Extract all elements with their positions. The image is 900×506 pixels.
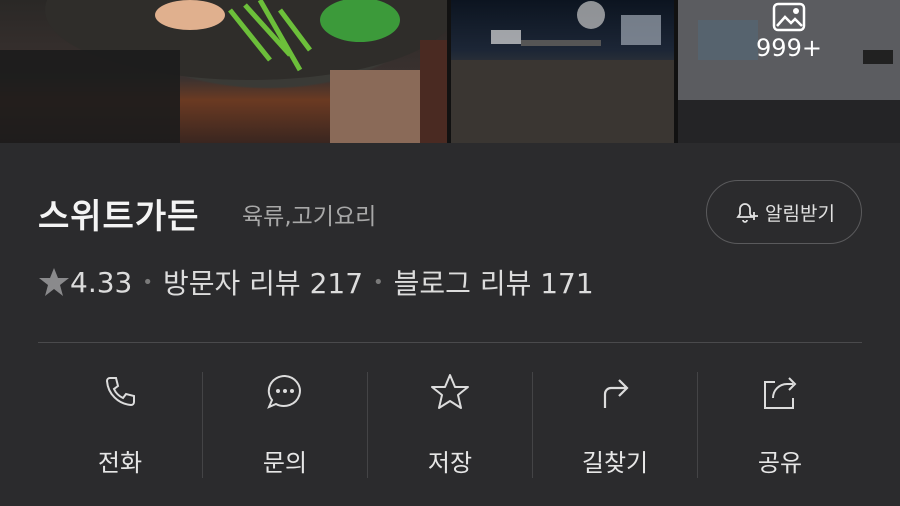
place-name: 스위트가든 — [38, 197, 200, 237]
title-row: 스위트가든 육류,고기요리 알림받기 — [38, 143, 862, 267]
call-button[interactable]: 전화 — [38, 372, 203, 478]
action-label: 길찾기 — [581, 449, 649, 477]
directions-icon — [595, 372, 635, 412]
action-bar: 전화 문의 저장 길찾기 공유 — [38, 372, 862, 478]
share-button[interactable]: 공유 — [698, 372, 862, 478]
notify-button[interactable]: 알림받기 — [706, 180, 862, 244]
photo-more[interactable]: 999+ — [678, 0, 900, 143]
photo-strip: 999+ — [0, 0, 900, 143]
photo-night-exterior[interactable] — [451, 0, 674, 143]
place-category: 육류,고기요리 — [242, 204, 377, 230]
notify-label: 알림받기 — [765, 203, 835, 225]
inquiry-button[interactable]: 문의 — [203, 372, 368, 478]
star-icon — [430, 372, 470, 412]
chat-icon — [265, 372, 305, 412]
action-label: 전화 — [97, 449, 143, 477]
food-photo-art — [0, 0, 447, 143]
phone-icon — [100, 372, 140, 412]
photo-food[interactable] — [0, 0, 447, 143]
separator-dot: • — [373, 271, 384, 293]
share-icon — [759, 372, 801, 412]
save-button[interactable]: 저장 — [368, 372, 533, 478]
action-label: 저장 — [427, 449, 473, 477]
visitor-reviews[interactable]: 방문자 리뷰 217 — [163, 262, 363, 302]
directions-button[interactable]: 길찾기 — [533, 372, 698, 478]
divider — [38, 342, 862, 343]
action-label: 공유 — [757, 449, 803, 477]
rating-score: 4.33 — [70, 265, 133, 299]
blog-reviews[interactable]: 블로그 리뷰 171 — [394, 262, 594, 302]
night-photo-art — [451, 1, 674, 143]
photo-more-overlay: 999+ — [678, 0, 900, 143]
separator-dot: • — [142, 271, 153, 293]
bell-plus-icon — [733, 199, 759, 225]
photo-count: 999+ — [756, 34, 822, 62]
star-filled-icon — [38, 267, 70, 297]
place-info: 스위트가든 육류,고기요리 알림받기 — [0, 143, 900, 267]
image-icon — [772, 2, 806, 32]
action-label: 문의 — [262, 449, 308, 477]
rating-row: 4.33 • 방문자 리뷰 217 • 블로그 리뷰 171 — [38, 262, 594, 302]
